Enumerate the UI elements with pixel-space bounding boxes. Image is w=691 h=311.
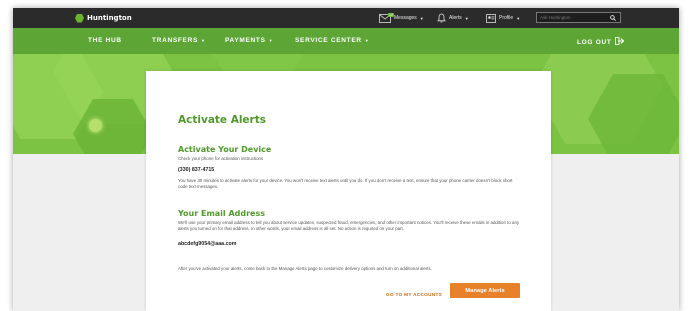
email-address-body: We'll use your primary email address to … bbox=[178, 220, 520, 232]
logo-text: Huntington bbox=[87, 14, 132, 22]
chevron-down-icon: ▼ bbox=[268, 38, 274, 43]
chevron-down-icon: ▼ bbox=[419, 15, 424, 21]
alerts-menu[interactable]: Alerts ▼ bbox=[437, 13, 469, 23]
logout-arrow-icon bbox=[614, 37, 624, 47]
profile-menu[interactable]: Profile ▼ bbox=[486, 13, 520, 23]
nav-service-center[interactable]: SERVICE CENTER ▼ bbox=[295, 37, 369, 44]
logout-button[interactable]: LOG OUT bbox=[577, 37, 624, 47]
device-activation-body: You have 30 minutes to activate alerts f… bbox=[178, 178, 513, 190]
email-address-value: abcdefg9054@aaa.com bbox=[178, 241, 237, 247]
messages-menu[interactable]: 12 Messages ▼ bbox=[379, 12, 424, 23]
footer-instructions-text: After you've activated your alerts, come… bbox=[178, 266, 432, 271]
go-to-my-accounts-link[interactable]: GO TO MY ACCOUNTS bbox=[386, 292, 442, 297]
nav-payments[interactable]: PAYMENTS ▼ bbox=[225, 37, 273, 44]
huntington-logo[interactable]: Huntington bbox=[75, 13, 132, 23]
phone-number: (330) 837-4715 bbox=[178, 167, 215, 173]
nav-service-center-label: SERVICE CENTER bbox=[295, 37, 362, 44]
activation-instructions-text: Check your phone for activation instruct… bbox=[178, 156, 264, 161]
hero-glow-dot bbox=[89, 119, 102, 132]
manage-alerts-button[interactable]: Manage Alerts bbox=[450, 283, 520, 298]
alerts-label: Alerts bbox=[449, 15, 462, 21]
activate-alerts-card: Activate Alerts Activate Your Device Che… bbox=[146, 71, 551, 311]
chevron-down-icon: ▼ bbox=[364, 38, 370, 43]
messages-count-badge: 12 bbox=[388, 12, 394, 17]
nav-payments-label: PAYMENTS bbox=[225, 37, 266, 44]
search-box bbox=[536, 12, 621, 23]
top-utility-bar: Huntington 12 Messages ▼ Alerts ▼ Profil… bbox=[13, 8, 679, 28]
bell-icon bbox=[437, 13, 446, 23]
search-input[interactable] bbox=[540, 15, 606, 20]
activate-device-heading: Activate Your Device bbox=[178, 145, 272, 154]
messages-label: Messages bbox=[394, 15, 417, 21]
browser-viewport: Huntington 12 Messages ▼ Alerts ▼ Profil… bbox=[13, 8, 679, 311]
chevron-down-icon: ▼ bbox=[516, 15, 521, 21]
envelope-icon: 12 bbox=[379, 12, 394, 23]
chevron-down-icon: ▼ bbox=[201, 38, 206, 43]
profile-card-icon bbox=[486, 13, 496, 23]
nav-transfers[interactable]: TRANSFERS ▼ bbox=[152, 37, 206, 44]
chevron-down-icon: ▼ bbox=[464, 15, 469, 21]
search-icon[interactable] bbox=[610, 15, 616, 24]
logout-label: LOG OUT bbox=[577, 38, 612, 46]
nav-the-hub-label: THE HUB bbox=[88, 37, 122, 44]
logo-hex-icon bbox=[75, 13, 84, 23]
page-title: Activate Alerts bbox=[178, 114, 266, 126]
nav-transfers-label: TRANSFERS bbox=[152, 37, 199, 44]
profile-label: Profile bbox=[499, 15, 514, 21]
email-address-heading: Your Email Address bbox=[178, 209, 265, 218]
main-navigation: THE HUB TRANSFERS ▼ PAYMENTS ▼ SERVICE C… bbox=[13, 28, 679, 54]
nav-the-hub[interactable]: THE HUB bbox=[88, 37, 122, 44]
